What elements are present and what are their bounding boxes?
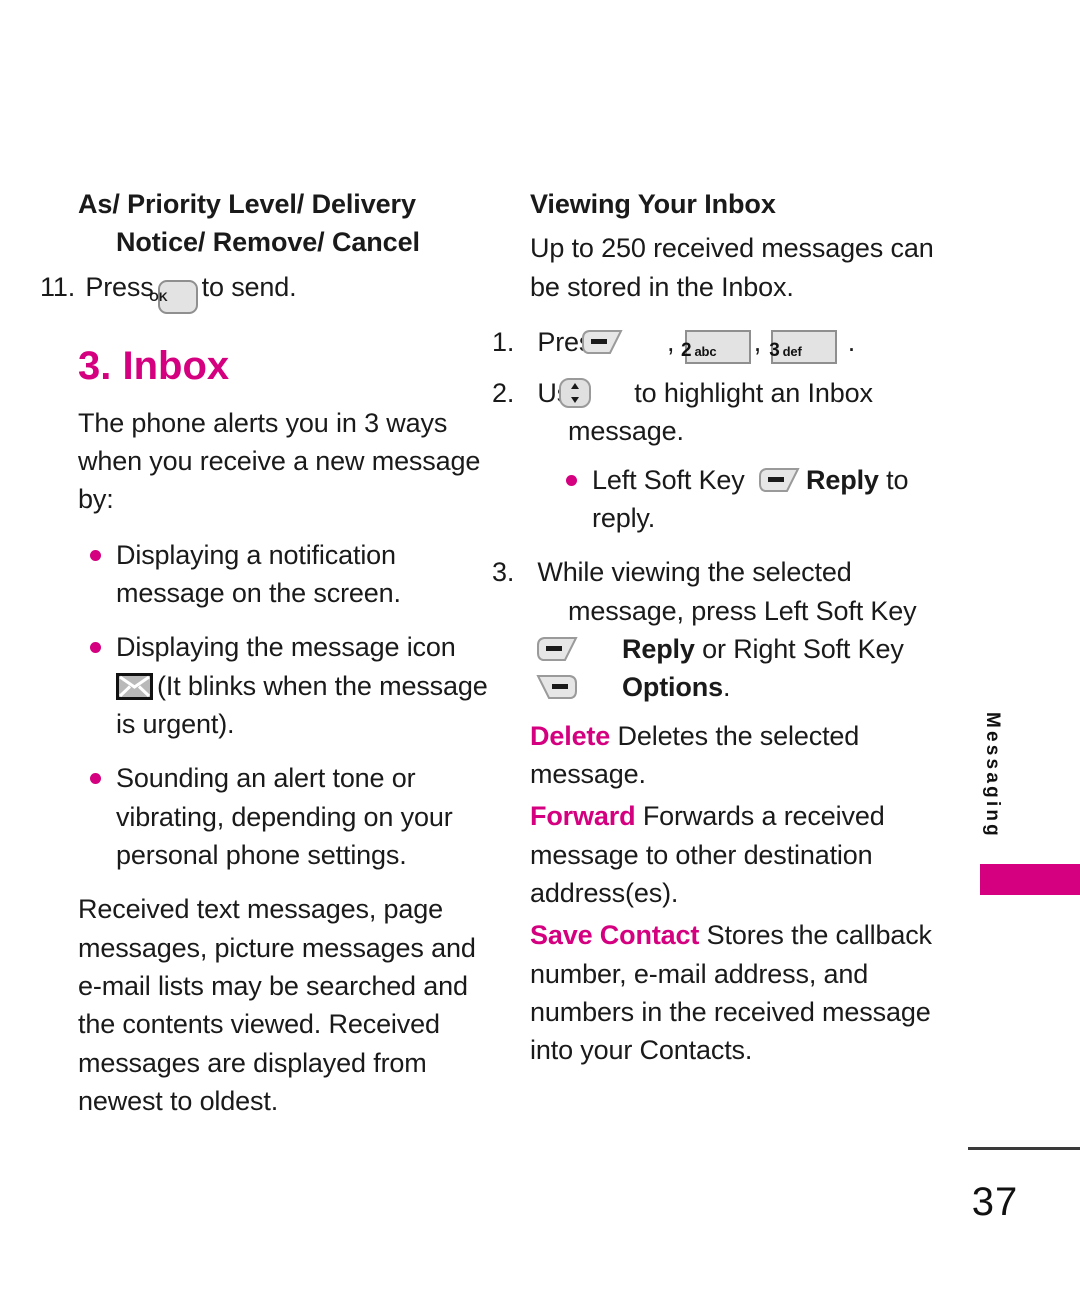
manual-page: As/ Priority Level/ Delivery Notice/ Rem…: [0, 0, 1080, 1295]
keypad-key-3-icon: 3 def: [769, 329, 838, 364]
step-3: 3. While viewing the selected message, p…: [492, 557, 917, 703]
step-text-after: .: [847, 326, 856, 357]
key-separator: ,: [753, 326, 762, 357]
list-item: Displaying a notification message on the…: [78, 536, 488, 613]
soft-key-label-reply: Reply: [806, 464, 879, 495]
soft-key-left-icon: [757, 465, 801, 492]
key-separator: ,: [667, 326, 675, 357]
ok-key-icon: OK: [149, 279, 198, 314]
option-forward: Forward Forwards a received message to o…: [530, 797, 950, 912]
keypad-letters: abc: [694, 343, 717, 359]
list-item: Displaying the message icon (It blinks w…: [78, 628, 488, 743]
bullet-text-after: (It blinks when the message is urgent).: [116, 670, 488, 739]
sub-bullet-text-before: Left Soft Key: [592, 464, 745, 495]
step-text-before: While viewing the selected message, pres…: [537, 557, 917, 626]
section-heading: Viewing Your Inbox: [530, 189, 776, 219]
step-text-after: .: [722, 672, 731, 703]
keypad-letters: def: [782, 343, 802, 359]
capacity-note: Up to 250 received messages can be store…: [530, 233, 934, 302]
side-tab-accent-bar: [980, 864, 1080, 895]
right-column: Viewing Your Inbox Up to 250 received me…: [492, 185, 950, 1074]
bullet-text: Displaying a notification message on the…: [116, 539, 401, 608]
bullet-text-before: Displaying the message icon: [116, 632, 456, 663]
option-save-contact: Save Contact Stores the callback number,…: [530, 916, 950, 1069]
side-tab-label: Messaging: [982, 712, 1003, 839]
soft-key-left-icon: [537, 634, 617, 661]
step-text-before: Press: [85, 271, 154, 302]
list-item: Sounding an alert tone or vibrating, dep…: [78, 759, 488, 874]
option-term: Save Contact: [530, 920, 700, 951]
nav-up-down-key-icon: [559, 377, 630, 409]
step-1: 1. Press , 2 abc, 3 def .: [492, 323, 950, 364]
option-term: Forward: [530, 801, 636, 832]
intro-paragraph: The phone alerts you in 3 ways when you …: [78, 407, 481, 515]
footer-divider: [968, 1147, 1080, 1150]
sub-list-item: Left Soft Key Reply to reply.: [530, 461, 950, 538]
option-term: Delete: [530, 720, 611, 751]
left-column: As/ Priority Level/ Delivery Notice/ Rem…: [40, 185, 488, 1137]
step-text-after: to send.: [201, 271, 297, 302]
side-tab: Messaging: [968, 712, 1016, 844]
keypad-digit: 2: [681, 339, 692, 361]
keypad-digit: 3: [769, 339, 780, 361]
page-number: 37: [971, 1180, 1019, 1224]
soft-key-right-icon: [536, 672, 617, 700]
soft-key-left-icon: [582, 327, 662, 354]
soft-key-label-options: Options: [622, 672, 723, 703]
continued-heading: As/ Priority Level/ Delivery Notice/ Rem…: [78, 189, 420, 258]
closing-paragraph: Received text messages, page messages, p…: [78, 894, 476, 1116]
keypad-key-2-icon: 2 abc: [681, 329, 751, 364]
envelope-icon: [116, 672, 153, 700]
soft-key-label-reply: Reply: [622, 633, 695, 664]
chapter-heading: 3. Inbox: [78, 343, 230, 388]
bullet-text: Sounding an alert tone or vibrating, dep…: [116, 763, 453, 870]
step-2: 2. Use to highlight an Inbox message.: [492, 377, 873, 447]
step-11: 11. PressOK to send.: [40, 268, 488, 314]
step-text-middle: or Right Soft Key: [702, 633, 904, 664]
option-delete: Delete Deletes the selected message.: [530, 717, 950, 794]
